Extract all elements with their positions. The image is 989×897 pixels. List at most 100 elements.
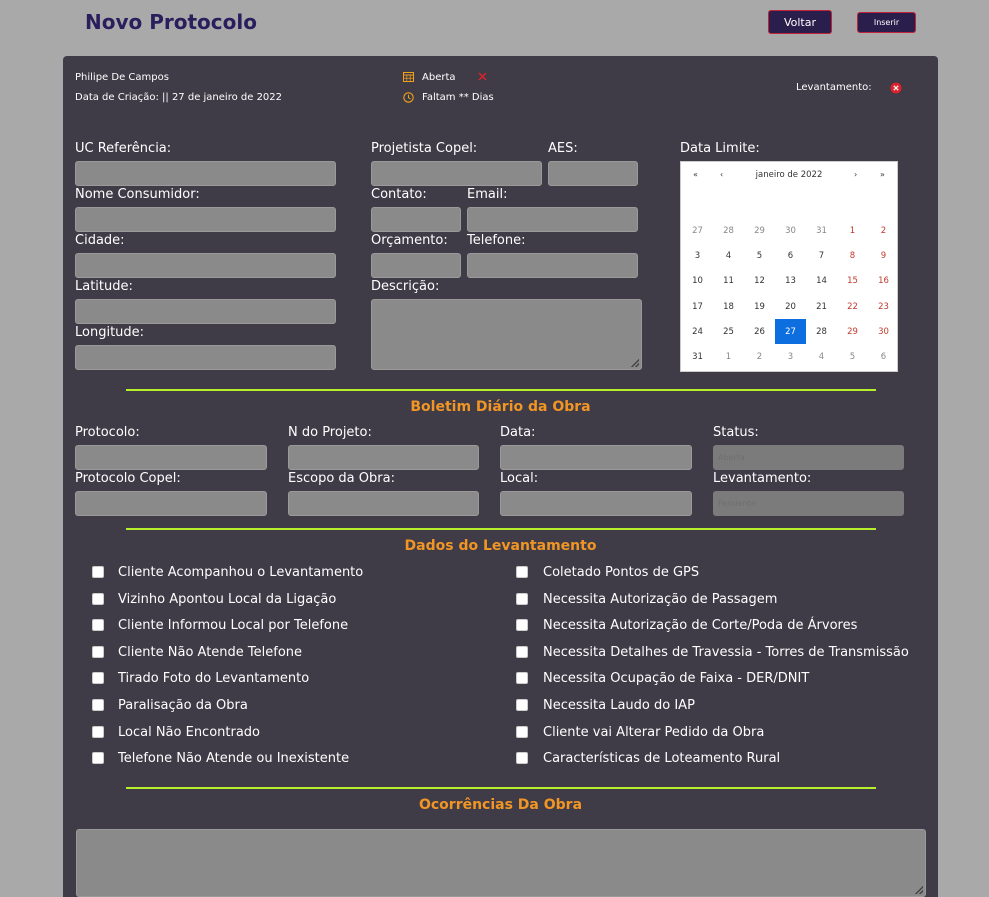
email-input[interactable]: [467, 207, 638, 232]
aes-input[interactable]: [548, 161, 638, 186]
calendar-day[interactable]: 2: [868, 218, 899, 243]
calendar-day[interactable]: 23: [868, 294, 899, 319]
protocol-card: Philipe De Campos Data de Criação: || 27…: [63, 56, 938, 897]
survey-checkbox[interactable]: [516, 672, 528, 685]
project-number-label: N do Projeto:: [288, 425, 372, 440]
calendar-day[interactable]: 28: [806, 319, 837, 344]
calendar-day[interactable]: 20: [775, 294, 806, 319]
calendar-day[interactable]: 1: [713, 344, 744, 369]
survey-checkbox[interactable]: [92, 592, 104, 605]
calendar-day[interactable]: 2: [744, 344, 775, 369]
calendar-day[interactable]: 29: [744, 218, 775, 243]
calendar-day[interactable]: 25: [713, 319, 744, 344]
calendar-day[interactable]: 6: [868, 344, 899, 369]
survey-checkbox[interactable]: [92, 566, 104, 578]
phone-input[interactable]: [467, 253, 638, 278]
survey-checkbox[interactable]: [92, 699, 104, 711]
survey-checkbox-label: Necessita Autorização de Passagem: [543, 591, 778, 607]
calendar-day[interactable]: 31: [682, 344, 713, 369]
calendar-day[interactable]: 31: [806, 218, 837, 243]
consumer-input[interactable]: [75, 207, 336, 232]
page-title: Novo Protocolo: [85, 10, 257, 34]
city-label: Cidade:: [75, 233, 125, 248]
copel-protocol-input[interactable]: [75, 491, 267, 516]
calendar-day[interactable]: 27: [775, 319, 806, 345]
survey-checkbox-label: Tirado Foto do Levantamento: [118, 671, 310, 687]
description-textarea[interactable]: [371, 299, 642, 370]
calendar-day[interactable]: 8: [837, 243, 868, 268]
scope-input[interactable]: [288, 491, 479, 516]
survey-checkbox-label: Necessita Laudo do IAP: [543, 698, 695, 713]
next-month-button[interactable]: ›: [854, 170, 857, 179]
survey-checkbox[interactable]: [516, 592, 528, 605]
calendar-day[interactable]: 3: [682, 243, 713, 268]
survey-checkbox-label: Necessita Autorização de Corte/Poda de Á…: [543, 618, 858, 634]
survey-checkbox[interactable]: [92, 672, 104, 685]
calendar-day[interactable]: 12: [744, 269, 775, 294]
calendar-day[interactable]: 28: [713, 218, 744, 243]
survey-checkbox[interactable]: [516, 752, 528, 765]
calendar-day[interactable]: 4: [713, 243, 744, 268]
calendar-day[interactable]: 26: [744, 319, 775, 344]
close-icon[interactable]: [478, 72, 487, 81]
calendar-day[interactable]: 11: [713, 269, 744, 294]
calendar-day[interactable]: 29: [837, 319, 868, 344]
resize-handle[interactable]: [631, 359, 639, 367]
calendar-day[interactable]: 7: [806, 243, 837, 268]
survey-checkbox[interactable]: [516, 699, 528, 711]
survey-checkbox[interactable]: [92, 725, 104, 738]
budget-input[interactable]: [371, 253, 461, 278]
boletim-title: Boletim Diário da Obra: [410, 399, 591, 415]
survey-checkbox[interactable]: [516, 566, 528, 578]
calendar-day[interactable]: 6: [775, 243, 806, 268]
calendar-day[interactable]: 30: [775, 218, 806, 243]
calendar-day[interactable]: 5: [744, 243, 775, 268]
survey-checkbox[interactable]: [516, 619, 528, 632]
calendar-day[interactable]: 5: [837, 344, 868, 369]
designer-input[interactable]: [371, 161, 542, 186]
calendar-day[interactable]: 10: [682, 269, 713, 294]
calendar-day[interactable]: 24: [682, 319, 713, 344]
calendar-day[interactable]: 22: [837, 294, 868, 319]
calendar-day[interactable]: 4: [806, 344, 837, 369]
latitude-input[interactable]: [75, 299, 336, 324]
city-input[interactable]: [75, 253, 336, 278]
resize-handle[interactable]: [915, 886, 923, 894]
calendar-day[interactable]: 30: [868, 319, 899, 344]
date-picker[interactable]: « ‹ janeiro de 2022 › » 27 28 29 30 31 1 2 3 4 5 6…: [680, 161, 898, 372]
calendar-day[interactable]: 15: [837, 269, 868, 294]
survey-checkbox[interactable]: [516, 645, 528, 658]
longitude-input[interactable]: [75, 345, 336, 370]
calendar-day[interactable]: 1: [837, 218, 868, 243]
survey-checkbox[interactable]: [92, 619, 104, 632]
next-year-button[interactable]: »: [880, 170, 885, 179]
calendar-day[interactable]: 27: [682, 218, 713, 243]
calendar-day[interactable]: 13: [775, 269, 806, 294]
protocol-input[interactable]: [75, 445, 267, 470]
insert-button[interactable]: Inserir: [857, 12, 916, 33]
back-button[interactable]: Voltar: [768, 10, 832, 34]
aes-label: AES:: [548, 141, 578, 156]
contact-input[interactable]: [371, 207, 461, 232]
calendar-day[interactable]: 19: [744, 294, 775, 319]
calendar-day[interactable]: 18: [713, 294, 744, 319]
calendar-day[interactable]: 16: [868, 269, 899, 294]
section-divider: [126, 389, 876, 391]
calendar-day[interactable]: 9: [868, 243, 899, 268]
creation-date: Data de Criação: || 27 de janeiro de 202…: [75, 92, 283, 103]
uc-input[interactable]: [75, 161, 336, 186]
calendar-day[interactable]: 21: [806, 294, 837, 319]
calendar-day[interactable]: 3: [775, 344, 806, 369]
calendar-day[interactable]: 17: [682, 294, 713, 319]
survey-checkbox[interactable]: [516, 725, 528, 738]
survey-checkbox[interactable]: [92, 645, 104, 658]
project-number-input[interactable]: [288, 445, 479, 470]
email-label: Email:: [467, 187, 508, 202]
local-input[interactable]: [500, 491, 692, 516]
occurrences-textarea[interactable]: [76, 829, 926, 897]
date-input[interactable]: [500, 445, 692, 470]
calendar-month-title[interactable]: janeiro de 2022: [681, 170, 897, 180]
survey-checkbox-label: Cliente Não Atende Telefone: [118, 644, 303, 660]
survey-checkbox[interactable]: [92, 752, 104, 765]
calendar-day[interactable]: 14: [806, 269, 837, 294]
